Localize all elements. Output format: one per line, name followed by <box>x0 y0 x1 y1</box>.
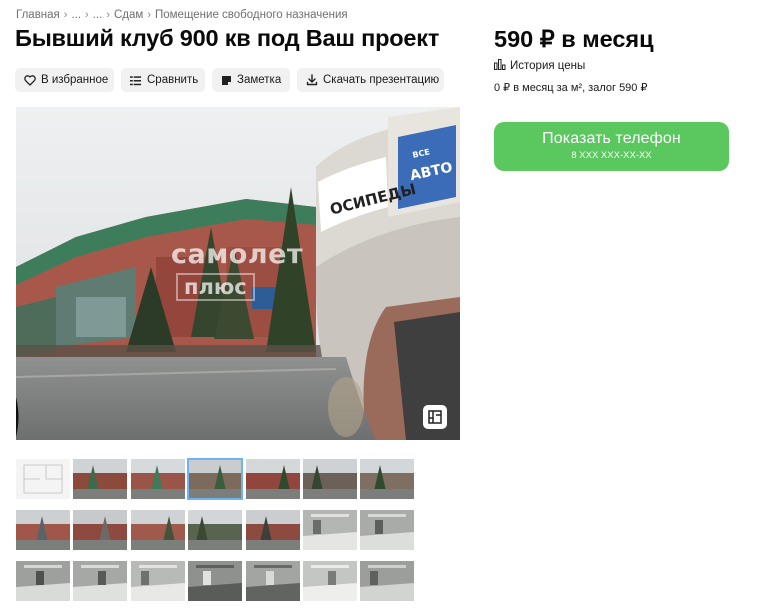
breadcrumb-home[interactable]: Главная <box>16 9 60 21</box>
note-icon <box>221 74 232 86</box>
gallery-thumbnail[interactable] <box>73 561 128 601</box>
gallery-thumbnail[interactable] <box>188 561 243 601</box>
gallery-thumbnail[interactable] <box>360 561 415 601</box>
chevron-right-icon: › <box>106 9 110 21</box>
gallery-thumbnail[interactable] <box>16 561 70 601</box>
bar-chart-icon <box>494 59 506 73</box>
download-label: Скачать презентацию <box>323 74 440 86</box>
breadcrumb-item[interactable]: ... <box>71 9 81 21</box>
watermark-text: самолет <box>171 239 304 270</box>
price-history-link[interactable]: История цены <box>494 59 585 73</box>
breadcrumb: Главная › ... › ... › Сдам › Помещение с… <box>16 9 348 21</box>
gallery-thumbnail[interactable] <box>130 561 185 601</box>
chevron-right-icon: › <box>147 9 151 21</box>
gallery-thumbnail[interactable] <box>73 459 128 499</box>
breadcrumb-rent[interactable]: Сдам <box>114 9 143 21</box>
breadcrumb-item[interactable]: ... <box>93 9 103 21</box>
action-bar: В избранное Сравнить Заметка Скачать пре… <box>15 68 444 92</box>
gallery-thumbnail[interactable] <box>302 510 357 550</box>
price-history-label: История цены <box>510 60 586 72</box>
gallery-thumbnail[interactable] <box>245 561 300 601</box>
watermark-badge: плюс <box>176 273 255 301</box>
compare-button[interactable]: Сравнить <box>121 68 205 92</box>
gallery-thumbnail[interactable] <box>130 459 185 499</box>
download-icon <box>306 74 318 86</box>
gallery-thumbnail[interactable] <box>360 510 415 550</box>
gallery-thumbnail[interactable] <box>188 510 243 550</box>
gallery-thumbnail[interactable] <box>302 561 357 601</box>
note-label: Заметка <box>237 74 282 86</box>
download-presentation-button[interactable]: Скачать презентацию <box>297 68 444 92</box>
gallery-thumbnail[interactable] <box>73 510 128 550</box>
gallery-thumbnail[interactable] <box>187 458 244 500</box>
chevron-right-icon: › <box>85 9 89 21</box>
note-button[interactable]: Заметка <box>212 68 290 92</box>
heart-icon <box>24 74 36 86</box>
compare-label: Сравнить <box>147 74 199 86</box>
thumbnail-strip <box>16 458 415 601</box>
price: 590 ₽ в месяц <box>494 26 654 52</box>
floor-plan-button[interactable] <box>423 405 447 429</box>
main-photo[interactable]: ОСИПЕДЫ АВТО ВСЕ самолет плюс <box>16 107 460 440</box>
breadcrumb-category[interactable]: Помещение свободного назначения <box>155 9 348 21</box>
show-phone-button[interactable]: Показать телефон 8 XXX XXX-XX-XX <box>494 122 729 171</box>
chevron-right-icon: › <box>63 9 68 21</box>
gallery-thumbnail[interactable] <box>245 459 300 499</box>
page-title: Бывший клуб 900 кв под Ваш проект <box>15 25 440 51</box>
gallery-thumbnail[interactable] <box>16 510 70 550</box>
gallery-thumbnail[interactable] <box>16 459 70 499</box>
floor-plan-icon <box>428 410 442 424</box>
favorite-button[interactable]: В избранное <box>15 68 114 92</box>
show-phone-label: Показать телефон <box>542 130 681 147</box>
phone-number-mask: 8 XXX XXX-XX-XX <box>571 150 652 161</box>
gallery-thumbnail[interactable] <box>130 510 185 550</box>
gallery-thumbnail[interactable] <box>302 459 357 499</box>
price-details: 0 ₽ в месяц за м², залог 590 ₽ <box>494 82 648 94</box>
gallery-thumbnail[interactable] <box>360 459 415 499</box>
favorite-label: В избранное <box>41 74 109 86</box>
gallery-thumbnail[interactable] <box>245 510 300 550</box>
compare-icon <box>130 74 142 86</box>
